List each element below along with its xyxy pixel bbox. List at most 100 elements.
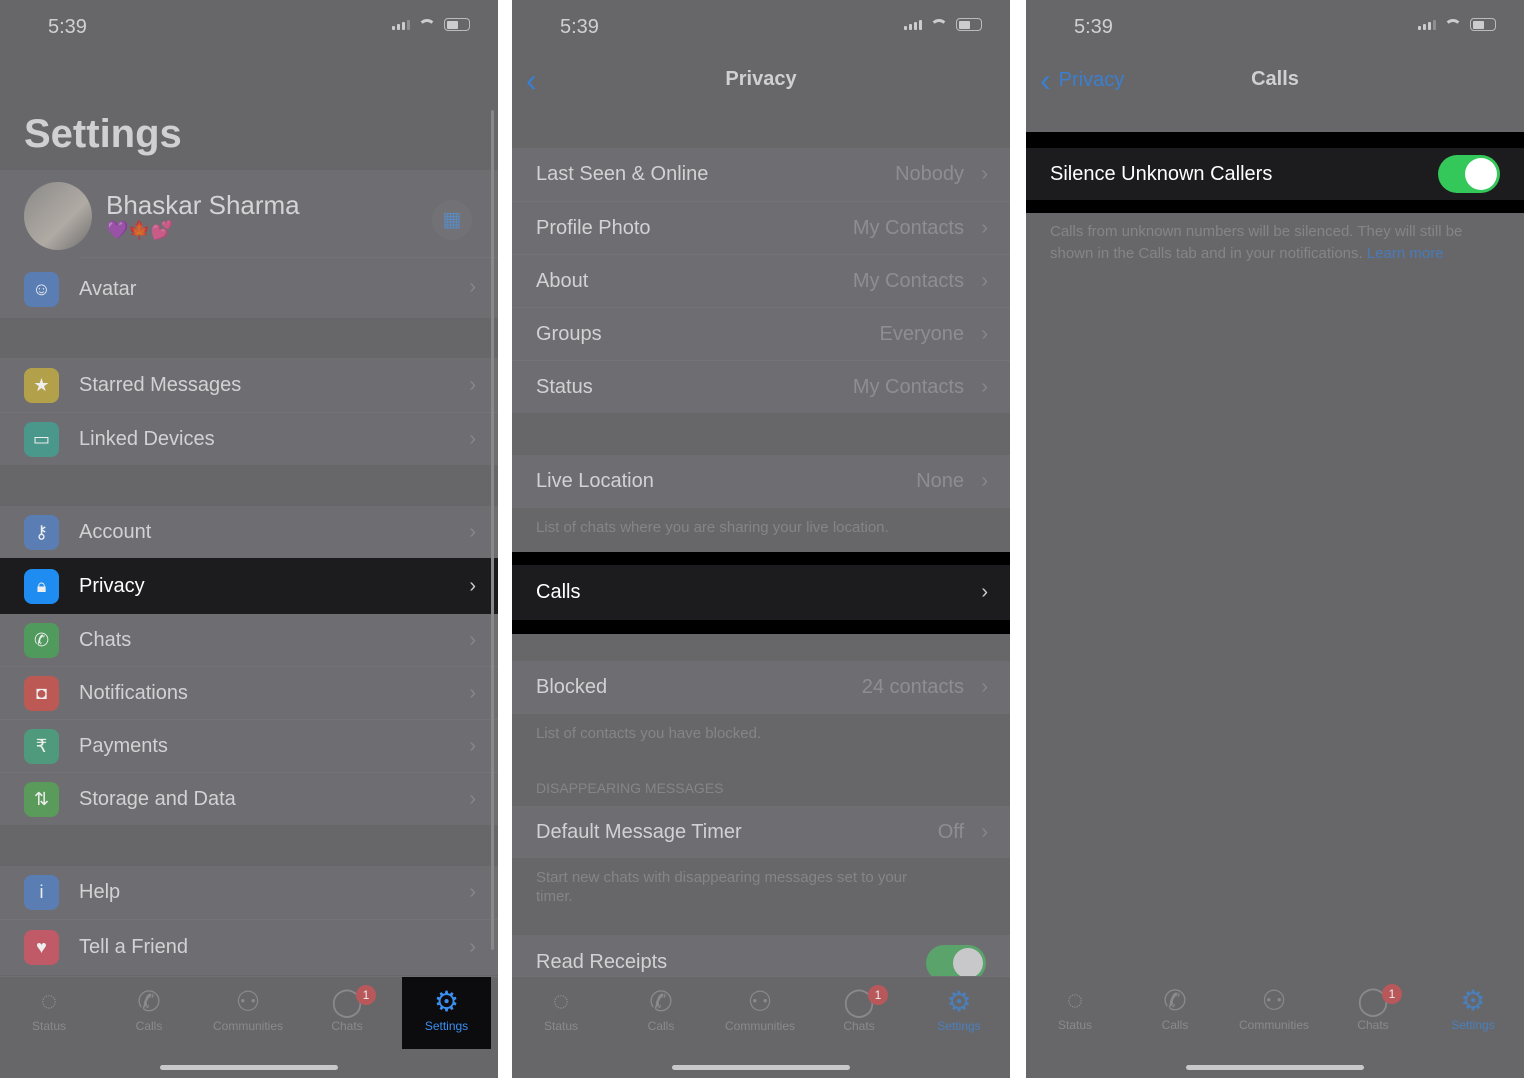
lock-icon: 🔒︎: [24, 568, 59, 604]
battery-icon: [444, 18, 470, 31]
chevron-right-icon: ›: [981, 375, 988, 398]
tab-label: Chats: [1357, 1018, 1389, 1032]
settings-item-chats[interactable]: ✆ Chats ›: [0, 614, 498, 666]
learn-more-link[interactable]: Learn more: [1367, 245, 1444, 262]
unread-badge: 1: [1382, 984, 1402, 1004]
settings-icon: ⚙: [946, 986, 972, 1017]
section-header: DISAPPEARING MESSAGES: [536, 780, 724, 796]
chevron-right-icon: ›: [981, 163, 988, 185]
star-icon: ★: [24, 367, 59, 403]
profile-row[interactable]: Bhaskar Sharma 💜🍁💕 ▦ ☺ Avatar ›: [0, 170, 498, 318]
tab-label: Status: [31, 1019, 67, 1033]
heart-icon: ♥: [24, 930, 59, 965]
chevron-right-icon: ›: [469, 628, 476, 651]
privacy-item-profile-photo[interactable]: Profile Photo My Contacts ›: [512, 201, 1010, 254]
tab-status[interactable]: ◌ Status: [4, 977, 94, 1049]
status-icon: ◌: [1066, 984, 1084, 1015]
unread-badge: 1: [868, 985, 888, 1005]
chevron-right-icon: ›: [981, 676, 988, 698]
item-label: Read Receipts: [536, 951, 668, 973]
settings-item-label: Payments: [79, 734, 168, 757]
tab-calls[interactable]: ✆ Calls: [104, 977, 194, 1049]
page-title: Privacy: [725, 68, 797, 90]
wifi-icon: [1444, 18, 1462, 31]
tab-label: Communities: [212, 1019, 284, 1033]
settings-item-notifications[interactable]: ◘ Notifications ›: [0, 666, 498, 719]
signal-icon: [904, 19, 922, 30]
tab-communities[interactable]: ⚇ Communities: [715, 977, 805, 1049]
chevron-right-icon: ›: [981, 820, 988, 843]
chevron-right-icon: ›: [981, 470, 988, 492]
tab-chats[interactable]: ◯ Chats 1: [302, 977, 392, 1049]
tab-label: Chats: [843, 1019, 875, 1033]
item-label: Groups: [536, 322, 602, 345]
settings-item-payments[interactable]: ₹ Payments ›: [0, 719, 498, 772]
settings-item-privacy[interactable]: 🔒︎ Privacy ›: [0, 558, 498, 614]
tab-label: Status: [1057, 1018, 1093, 1032]
item-label: Live Location: [536, 470, 654, 492]
tab-label: Calls: [647, 1019, 675, 1033]
calls-settings-screen: 5:39 ‹ Privacy Calls Silence Unknown Call…: [1026, 0, 1524, 1078]
privacy-item-groups[interactable]: Groups Everyone ›: [512, 307, 1010, 360]
page-title: Calls: [1251, 68, 1299, 90]
settings-item-starred[interactable]: ★ Starred Messages ›: [0, 358, 498, 412]
status-time: 5:39: [48, 16, 87, 38]
wifi-icon: [418, 18, 436, 31]
tab-communities[interactable]: ⚇ Communities: [1229, 976, 1319, 1048]
scrollbar[interactable]: [491, 110, 494, 950]
settings-item-help[interactable]: i Help ›: [0, 866, 498, 919]
tab-calls[interactable]: ✆ Calls: [616, 977, 706, 1049]
privacy-item-blocked[interactable]: Blocked 24 contacts ›: [512, 661, 1010, 714]
tab-calls[interactable]: ✆ Calls: [1130, 976, 1220, 1048]
privacy-item-status[interactable]: Status My Contacts ›: [512, 360, 1010, 413]
item-value: Everyone: [879, 322, 965, 345]
chevron-right-icon: ›: [469, 936, 476, 958]
settings-item-linked-devices[interactable]: ▭ Linked Devices ›: [0, 412, 498, 465]
privacy-item-last-seen[interactable]: Last Seen & Online Nobody ›: [512, 148, 1010, 201]
chevron-right-icon: ›: [469, 373, 476, 396]
chats-icon: ◯: [843, 986, 875, 1017]
item-value: My Contacts: [852, 269, 964, 292]
tab-settings[interactable]: ⚙ Settings: [914, 977, 1004, 1049]
phone-icon: ✆: [1163, 985, 1187, 1016]
item-label: Calls: [536, 581, 581, 603]
key-icon: ⚷: [24, 514, 59, 550]
tab-bar: ◌ Status ✆ Calls ⚇ Communities ◯ Chats 1 ⚙ Set…: [0, 976, 498, 1078]
privacy-item-calls[interactable]: Calls ›: [512, 565, 1010, 620]
chevron-right-icon: ›: [981, 269, 988, 292]
tab-settings[interactable]: ⚙ Settings: [1428, 976, 1518, 1048]
qr-code-icon[interactable]: ▦: [432, 200, 472, 240]
settings-item-storage[interactable]: ⇅ Storage and Data ›: [0, 772, 498, 825]
tab-communities[interactable]: ⚇ Communities: [203, 977, 293, 1049]
home-indicator: [160, 1065, 338, 1070]
wifi-icon: [930, 18, 948, 31]
settings-item-label: Storage and Data: [79, 787, 236, 810]
tab-label: Calls: [135, 1019, 163, 1033]
tab-label: Communities: [724, 1019, 796, 1033]
item-label: Last Seen & Online: [536, 163, 709, 185]
rupee-icon: ₹: [24, 728, 59, 764]
silence-unknown-callers-toggle[interactable]: [1438, 155, 1500, 193]
tab-chats[interactable]: ◯ Chats 1: [814, 977, 904, 1049]
privacy-item-live-location[interactable]: Live Location None ›: [512, 455, 1010, 508]
item-value: Nobody: [895, 163, 964, 185]
privacy-item-about[interactable]: About My Contacts ›: [512, 254, 1010, 307]
tab-chats[interactable]: ◯ Chats 1: [1328, 976, 1418, 1048]
tab-status[interactable]: ◌ Status: [516, 977, 606, 1049]
chevron-right-icon: ›: [469, 881, 476, 903]
settings-item-account[interactable]: ⚷ Account ›: [0, 506, 498, 558]
chevron-right-icon: ›: [981, 216, 988, 239]
settings-item-tell-friend[interactable]: ♥ Tell a Friend ›: [0, 919, 498, 975]
page-title: Settings: [24, 112, 182, 156]
status-icons: [904, 18, 982, 31]
silence-unknown-callers-row: Silence Unknown Callers: [1026, 148, 1524, 200]
communities-icon: ⚇: [747, 986, 773, 1017]
settings-item-label: Help: [79, 881, 121, 903]
whatsapp-icon: ✆: [24, 622, 59, 658]
privacy-item-default-timer[interactable]: Default Message Timer Off ›: [512, 806, 1010, 858]
tab-status[interactable]: ◌ Status: [1030, 976, 1120, 1048]
item-label: About: [536, 269, 589, 292]
item-label: Blocked: [536, 676, 608, 698]
item-label: Silence Unknown Callers: [1050, 162, 1273, 185]
tab-settings[interactable]: ⚙ Settings: [402, 977, 491, 1049]
